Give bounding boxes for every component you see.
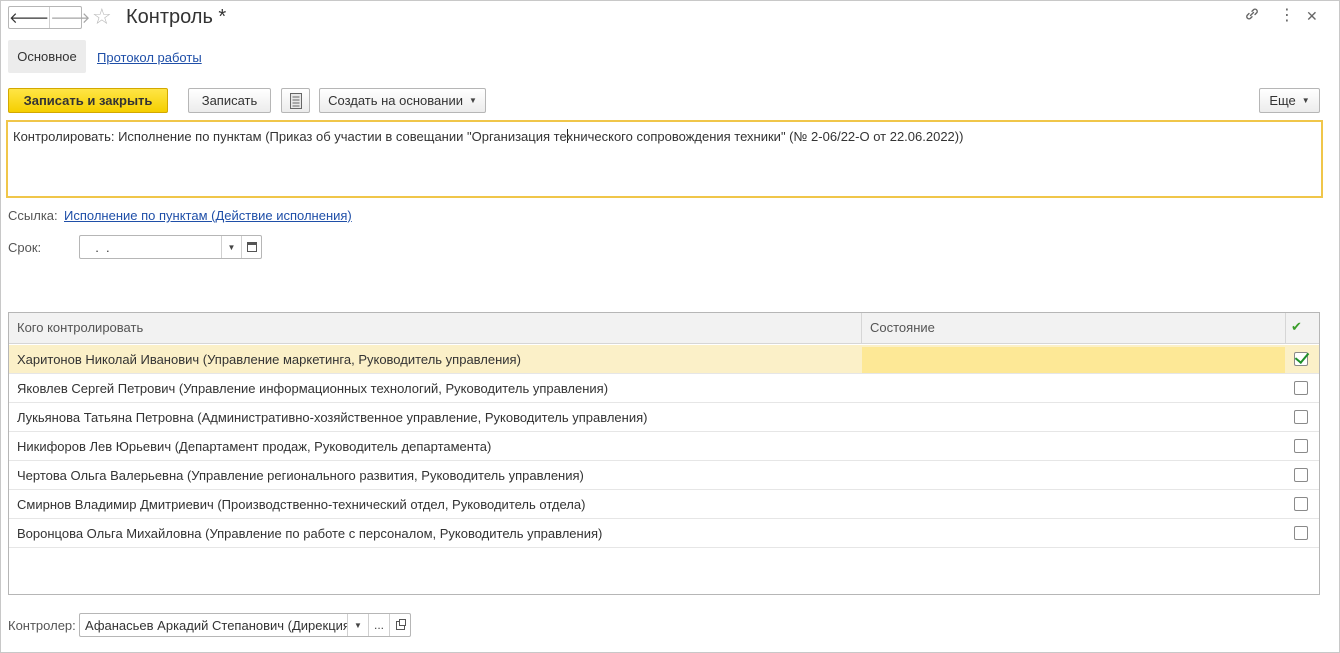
state-cell[interactable] bbox=[862, 347, 1285, 373]
tab-main[interactable]: Основное bbox=[8, 40, 86, 73]
table-row[interactable]: Никифоров Лев Юрьевич (Департамент прода… bbox=[9, 432, 1319, 461]
calendar-icon bbox=[246, 242, 257, 252]
row-checkbox[interactable] bbox=[1294, 410, 1308, 424]
row-checkbox[interactable] bbox=[1294, 468, 1308, 482]
report-button[interactable] bbox=[281, 88, 310, 113]
state-cell bbox=[862, 403, 1285, 432]
more-actions-button[interactable]: Еще ▼ bbox=[1259, 88, 1320, 113]
row-checkbox[interactable] bbox=[1294, 497, 1308, 511]
control-text-part2: хнического сопровождения техники" (№ 2-0… bbox=[566, 129, 964, 144]
person-cell: Харитонов Николай Иванович (Управление м… bbox=[17, 352, 521, 367]
link-icon[interactable] bbox=[1244, 6, 1260, 28]
back-arrow-icon[interactable]: 🡐 bbox=[9, 7, 51, 28]
table-row[interactable]: Харитонов Николай Иванович (Управление м… bbox=[9, 345, 1319, 374]
open-button[interactable] bbox=[389, 614, 410, 636]
controller-field: Афанасьев Аркадий Степанович (Дирекция ▼… bbox=[79, 613, 411, 637]
row-checkbox[interactable] bbox=[1294, 381, 1308, 395]
page-title: Контроль * bbox=[126, 6, 227, 28]
state-cell bbox=[862, 519, 1285, 548]
control-description-textarea[interactable]: Контролировать: Исполнение по пунктам (П… bbox=[6, 120, 1323, 198]
row-checkbox[interactable] bbox=[1294, 439, 1308, 453]
table-row[interactable]: Чертова Ольга Валерьевна (Управление рег… bbox=[9, 461, 1319, 490]
tab-log[interactable]: Протокол работы bbox=[97, 50, 202, 65]
person-cell: Яковлев Сергей Петрович (Управление инфо… bbox=[17, 381, 609, 396]
star-icon[interactable]: ☆ bbox=[92, 4, 112, 30]
column-header-person[interactable]: Кого контролировать bbox=[9, 313, 861, 343]
create-based-on-label: Создать на основании bbox=[328, 93, 463, 108]
create-based-on-button[interactable]: Создать на основании ▼ bbox=[319, 88, 486, 113]
state-cell bbox=[862, 490, 1285, 519]
table-row[interactable]: Лукьянова Татьяна Петровна (Администрати… bbox=[9, 403, 1319, 432]
control-text-part1: Контролировать: Исполнение по пунктам (П… bbox=[13, 129, 567, 144]
table-row[interactable]: Воронцова Ольга Михайловна (Управление п… bbox=[9, 519, 1319, 548]
save-button[interactable]: Записать bbox=[188, 88, 271, 113]
deadline-label: Срок: bbox=[8, 240, 42, 255]
person-cell: Воронцова Ольга Михайловна (Управление п… bbox=[17, 526, 603, 541]
reference-link[interactable]: Исполнение по пунктам (Действие исполнен… bbox=[64, 208, 352, 223]
chevron-down-icon[interactable]: ▼ bbox=[347, 614, 368, 636]
table-row[interactable]: Яковлев Сергей Петрович (Управление инфо… bbox=[9, 374, 1319, 403]
controller-input[interactable]: Афанасьев Аркадий Степанович (Дирекция bbox=[80, 614, 347, 636]
column-divider bbox=[1285, 313, 1286, 343]
more-actions-label: Еще bbox=[1269, 93, 1296, 108]
table-header: Кого контролировать Состояние ✔ bbox=[9, 313, 1319, 344]
row-checkbox[interactable] bbox=[1294, 526, 1308, 540]
document-list-icon bbox=[289, 92, 302, 109]
reference-label: Ссылка: bbox=[8, 208, 58, 223]
state-cell bbox=[862, 461, 1285, 490]
state-cell bbox=[862, 432, 1285, 461]
deadline-input[interactable]: . . bbox=[80, 236, 221, 258]
choose-button[interactable]: ... bbox=[368, 614, 389, 636]
deadline-field: . . ▼ bbox=[79, 235, 262, 259]
person-cell: Чертова Ольга Валерьевна (Управление рег… bbox=[17, 468, 584, 483]
person-cell: Смирнов Владимир Дмитриевич (Производств… bbox=[17, 497, 586, 512]
more-icon[interactable]: ⋮ bbox=[1279, 6, 1295, 26]
person-cell: Лукьянова Татьяна Петровна (Администрати… bbox=[17, 410, 648, 425]
chevron-down-icon[interactable]: ▼ bbox=[221, 236, 241, 258]
nav-buttons: 🡐 🡒 bbox=[8, 6, 90, 29]
save-and-close-button[interactable]: Записать и закрыть bbox=[8, 88, 168, 113]
checkmark-header-icon[interactable]: ✔ bbox=[1291, 319, 1302, 335]
row-checkbox[interactable] bbox=[1294, 352, 1308, 366]
controlled-persons-table: Кого контролировать Состояние ✔ Харитоно… bbox=[8, 312, 1320, 595]
controller-label: Контролер: bbox=[8, 618, 76, 633]
chevron-down-icon: ▼ bbox=[1301, 96, 1310, 105]
table-row[interactable]: Смирнов Владимир Дмитриевич (Производств… bbox=[9, 490, 1319, 519]
state-cell bbox=[862, 374, 1285, 403]
person-cell: Никифоров Лев Юрьевич (Департамент прода… bbox=[17, 439, 492, 454]
column-header-state[interactable]: Состояние bbox=[862, 313, 1285, 343]
forward-arrow-icon[interactable]: 🡒 bbox=[50, 7, 90, 28]
calendar-button[interactable] bbox=[241, 236, 261, 258]
chevron-down-icon: ▼ bbox=[468, 96, 477, 105]
close-icon[interactable]: ✕ bbox=[1306, 6, 1318, 26]
open-icon bbox=[395, 618, 406, 630]
